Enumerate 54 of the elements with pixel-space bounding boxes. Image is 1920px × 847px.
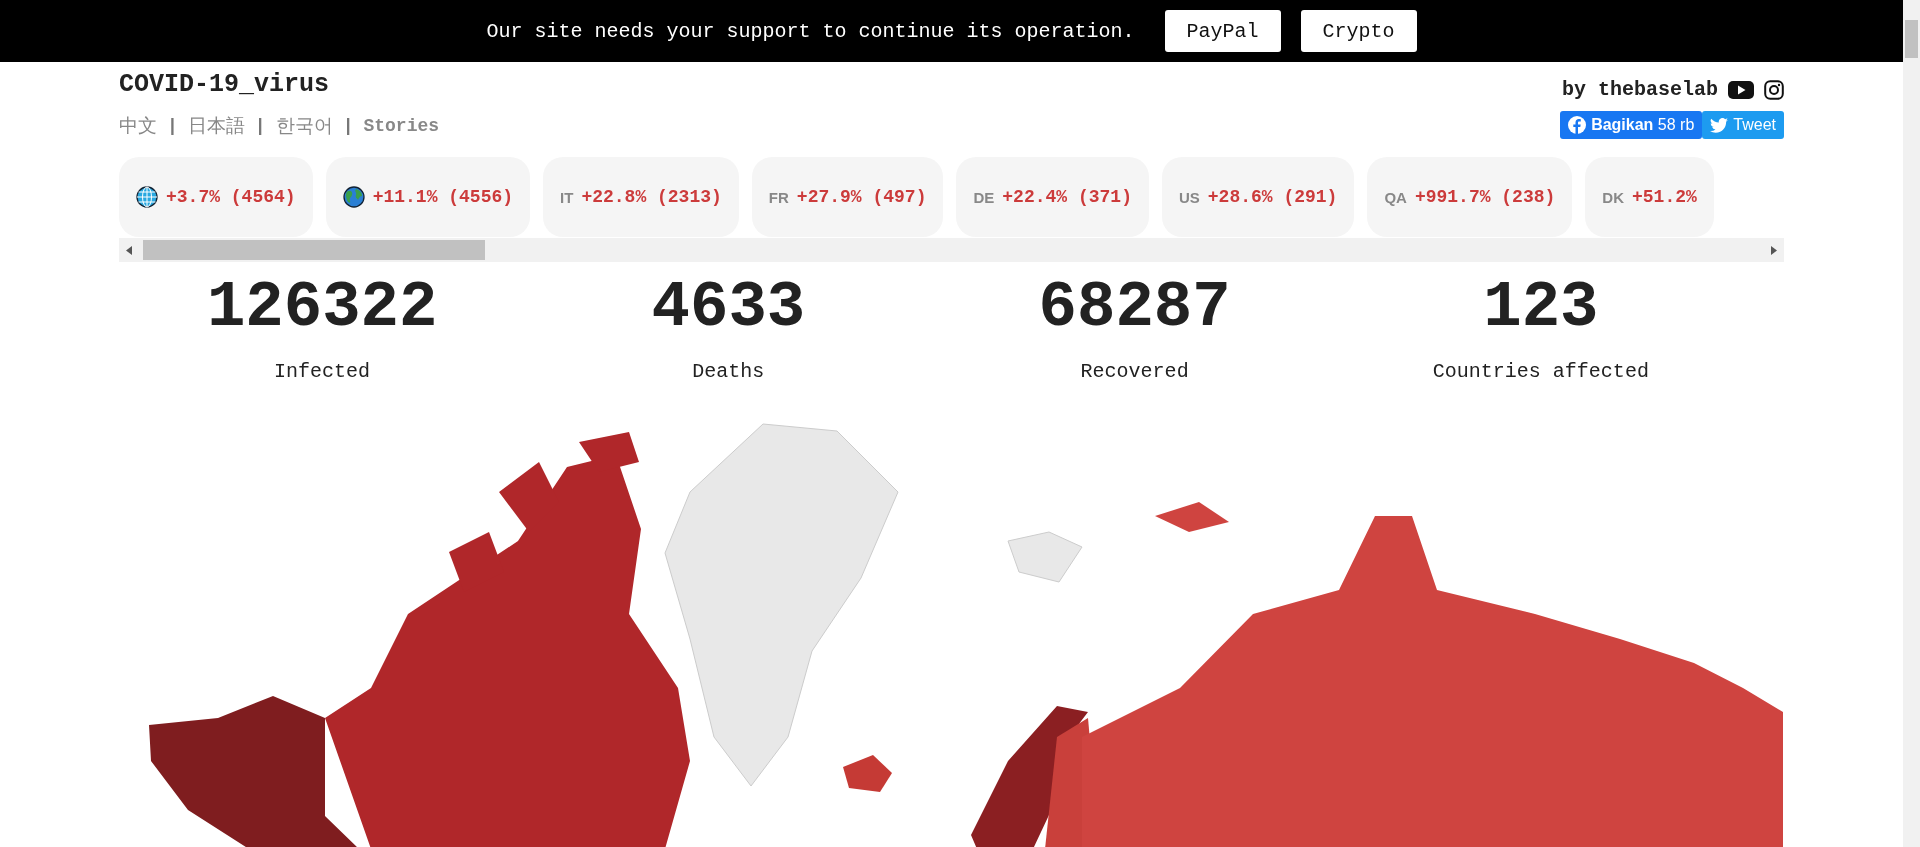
video-icon[interactable]	[1728, 79, 1754, 100]
case-change: +991.7% (238)	[1414, 187, 1556, 207]
country-code: DE	[973, 188, 995, 206]
case-change: +51.2%	[1632, 187, 1697, 207]
stat-value: 123	[1483, 271, 1599, 346]
country-code: QA	[1384, 188, 1407, 206]
case-change: +22.4% (371)	[1002, 187, 1132, 207]
country-card[interactable]: DE +22.4% (371)	[956, 157, 1149, 237]
tweet-button[interactable]: Tweet	[1702, 111, 1784, 139]
byline: by thebaselab	[1561, 78, 1718, 101]
camera-icon[interactable]	[1764, 79, 1784, 100]
earth-icon	[342, 186, 365, 208]
globe-grid-icon	[136, 186, 158, 208]
country-code: FR	[768, 188, 789, 206]
scroll-right-icon[interactable]	[1771, 245, 1777, 255]
language-link[interactable]: 日本語	[187, 113, 245, 139]
country-card[interactable]: +3.7% (4564)	[119, 157, 313, 237]
support-message: Our site needs your support to continue its operation.	[486, 19, 1135, 43]
stat-value: 68287	[1038, 271, 1231, 346]
donate-button[interactable]: PayPal	[1164, 10, 1281, 52]
country-card[interactable]: US +28.6% (291)	[1161, 157, 1355, 237]
page-scrollbar-thumb[interactable]	[1905, 20, 1918, 58]
nav-separator: |	[342, 116, 354, 136]
language-link[interactable]: 中文	[119, 113, 157, 139]
stat-value: 4633	[651, 271, 806, 346]
donate-button[interactable]: Crypto	[1300, 10, 1417, 52]
country-code: DK	[1602, 188, 1624, 206]
country-code: US	[1178, 188, 1200, 206]
case-change: +28.6% (291)	[1207, 187, 1338, 207]
nav-separator: |	[167, 116, 178, 136]
case-change: +22.8% (2313)	[581, 187, 722, 207]
country-card[interactable]: QA +991.7% (238)	[1367, 157, 1573, 237]
country-card[interactable]: +11.1% (4556)	[325, 157, 531, 237]
case-change: +3.7% (4564)	[166, 187, 296, 207]
case-change: +27.9% (497)	[796, 187, 927, 207]
share-button[interactable]: Bagikan 58 rb	[1560, 111, 1703, 139]
country-card[interactable]: IT +22.8% (2313)	[543, 157, 739, 237]
bird-icon	[1710, 117, 1729, 133]
country-card[interactable]: FR +27.9% (497)	[751, 157, 944, 237]
country-code: IT	[560, 188, 574, 206]
scroll-left-icon[interactable]	[126, 245, 132, 255]
stat-label: Deaths	[692, 360, 765, 383]
stories-link[interactable]: Stories	[363, 116, 440, 136]
facebook-icon	[1568, 116, 1587, 134]
case-change: +11.1% (4556)	[372, 187, 514, 207]
stat-label: Countries affected	[1432, 360, 1649, 383]
stat-label: Infected	[274, 360, 371, 383]
scrollbar-thumb[interactable]	[143, 240, 485, 260]
stat-label: Recovered	[1080, 360, 1189, 383]
language-link[interactable]: 한국어	[275, 113, 333, 139]
country-card[interactable]: DK +51.2%	[1585, 157, 1714, 237]
site-title: COVID-19_virus	[119, 70, 331, 99]
nav-separator: |	[254, 116, 266, 136]
stat-value: 126322	[206, 271, 438, 346]
